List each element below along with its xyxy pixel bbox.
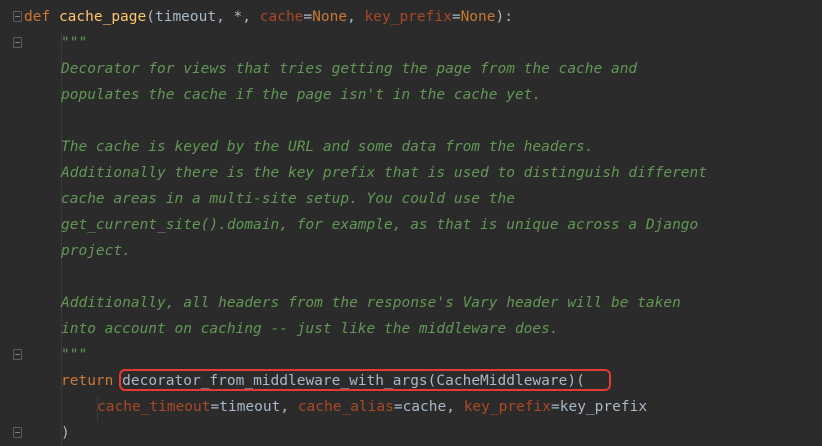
keyword-return: return	[61, 373, 114, 389]
param-cache: cache	[259, 9, 304, 25]
kwarg-value: timeout	[219, 399, 281, 415]
docstring-line: project.	[61, 243, 131, 259]
fold-marker-icon[interactable]	[13, 11, 22, 22]
red-highlight-annotation	[119, 369, 611, 391]
docstring-line: Additionally there is the key prefix tha…	[61, 165, 708, 181]
fold-marker-icon[interactable]	[13, 427, 22, 438]
kwarg-name: cache_timeout	[97, 399, 211, 415]
separator: ,	[446, 399, 464, 415]
docstring-line: The cache is keyed by the URL and some d…	[61, 139, 594, 155]
docstring-open: """	[61, 35, 88, 51]
def-params-open: (timeout, *,	[146, 9, 260, 25]
equals: =	[210, 399, 220, 415]
docstring-close: """	[61, 347, 88, 363]
equals: =	[551, 399, 560, 415]
docstring-line: get_current_site().domain, for example, …	[61, 217, 699, 233]
none-literal: None	[460, 9, 496, 25]
fold-marker-icon[interactable]	[13, 37, 22, 48]
editor-gutter	[0, 0, 24, 446]
param-key-prefix: key_prefix	[364, 9, 452, 25]
docstring-line: populates the cache if the page isn't in…	[61, 87, 542, 103]
equals: =	[303, 9, 313, 25]
kwarg-value: cache	[402, 399, 447, 415]
kwarg-name: cache_alias	[297, 399, 394, 415]
function-name: cache_page	[58, 9, 147, 25]
docstring-line: Additionally, all headers from the respo…	[61, 295, 681, 311]
docstring-line: into account on caching -- just like the…	[61, 321, 559, 337]
kwarg-name: key_prefix	[463, 399, 552, 415]
none-literal: None	[312, 9, 348, 25]
equals: =	[451, 9, 461, 25]
def-line: def cache_page(timeout, *, cache=None, k…	[24, 4, 513, 30]
docstring-line: Decorator for views that tries getting t…	[61, 61, 638, 77]
equals: =	[393, 399, 403, 415]
keyword-def: def	[24, 9, 51, 25]
separator: ,	[347, 9, 365, 25]
def-params-close: ):	[495, 9, 513, 25]
args-line: cache_timeout=timeout, cache_alias=cache…	[97, 394, 647, 420]
kwarg-value: key_prefix	[559, 399, 648, 415]
fold-marker-icon[interactable]	[13, 349, 22, 360]
separator: ,	[280, 399, 298, 415]
docstring-line: cache areas in a multi-site setup. You c…	[61, 191, 515, 207]
close-paren: )	[61, 425, 70, 441]
